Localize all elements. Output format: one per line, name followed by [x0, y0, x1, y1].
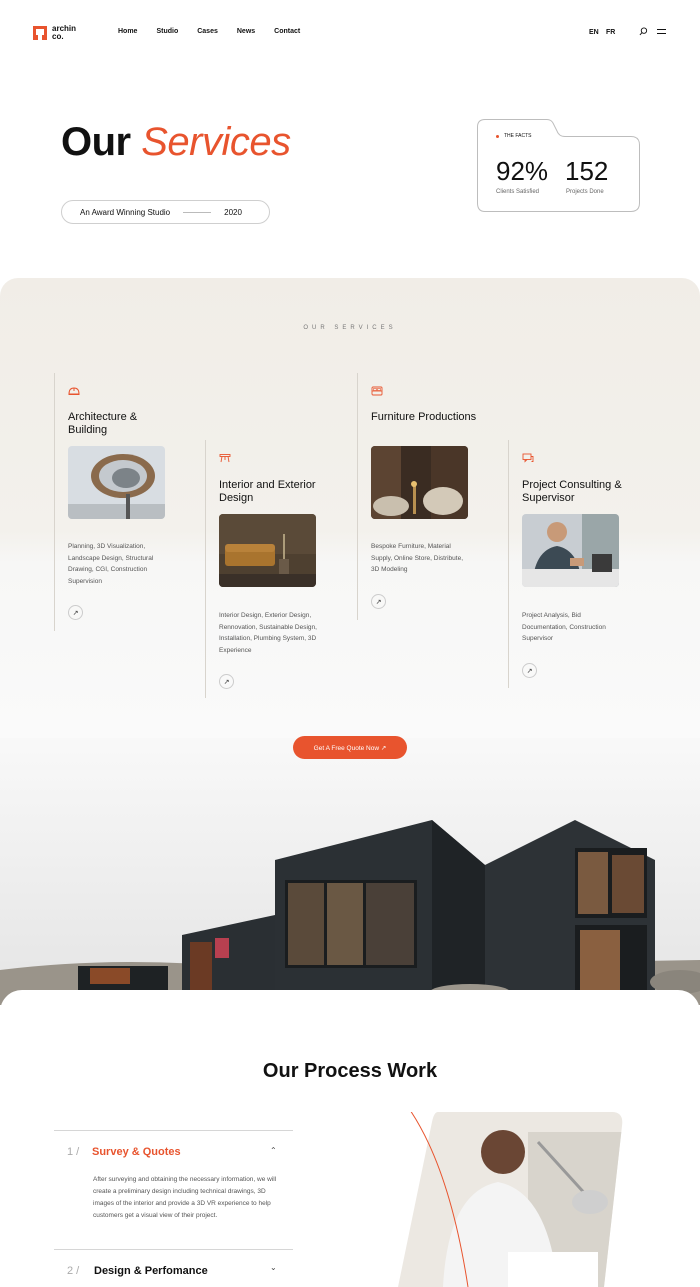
arrow-button[interactable]: ↗: [219, 674, 234, 689]
accordion-divider: [54, 1130, 293, 1131]
arrow-up-right-icon: ↗: [375, 598, 382, 606]
title-plain: Our: [61, 120, 131, 164]
arrow-up-right-icon: ↗: [72, 609, 79, 617]
step-body: After surveying and obtaining the necess…: [93, 1176, 277, 1219]
arrow-button[interactable]: ↗: [522, 663, 537, 678]
logo-text[interactable]: archin co.: [52, 25, 86, 41]
nav-home[interactable]: Home: [118, 28, 137, 35]
nav-studio[interactable]: Studio: [156, 28, 178, 35]
chat-icon: [522, 453, 534, 463]
service-title[interactable]: Furniture Productions: [371, 411, 481, 424]
step-number: 1 /: [67, 1146, 80, 1158]
lang-en[interactable]: EN: [589, 29, 599, 36]
get-quote-button[interactable]: Get A Free Quote Now ↗: [293, 736, 407, 759]
process-title: Our Process Work: [262, 1060, 438, 1082]
service-title[interactable]: Interior and Exterior Design: [219, 479, 329, 505]
award-year: 2020: [224, 207, 242, 217]
column-divider: [357, 373, 358, 620]
main-nav: Home Studio Cases News Contact: [118, 28, 300, 35]
logo-line-2: co.: [52, 32, 64, 41]
service-title[interactable]: Project Consulting & Supervisor: [522, 479, 632, 505]
service-image-furniture: [371, 446, 468, 519]
step-title[interactable]: Survey & Quotes: [92, 1146, 181, 1158]
stat-label: Clients Satisfied: [496, 189, 540, 195]
nav-cases[interactable]: Cases: [197, 28, 218, 35]
stat-label: Projects Done: [566, 189, 604, 195]
arrow-up-right-icon: ↗: [526, 667, 533, 675]
column-divider: [508, 440, 509, 688]
award-text: An Award Winning Studio: [80, 207, 171, 217]
service-desc: Planning, 3D Visualization, Landscape De…: [68, 543, 154, 585]
arrow-button[interactable]: ↗: [68, 605, 83, 620]
column-divider: [205, 440, 206, 698]
bed-icon: [371, 386, 383, 396]
stat-value: 92%: [496, 156, 549, 186]
nav-news[interactable]: News: [237, 28, 255, 35]
service-image-architecture: [68, 446, 165, 519]
chevron-up-icon[interactable]: ⌃: [270, 1146, 277, 1155]
logo-mark[interactable]: [33, 26, 47, 40]
drafting-icon: [219, 454, 231, 463]
search-icon[interactable]: [639, 27, 648, 36]
arrow-button[interactable]: ↗: [371, 594, 386, 609]
stat-value: 152: [565, 156, 609, 186]
award-pill: An Award Winning Studio 2020: [61, 200, 270, 224]
service-desc: Bespoke Furniture, Material Supply, Onli…: [371, 543, 464, 573]
service-title[interactable]: Architecture & Building: [68, 411, 178, 437]
pill-divider: [183, 211, 212, 213]
nav-contact[interactable]: Contact: [274, 28, 300, 35]
step-title[interactable]: Design & Perfomance: [94, 1265, 208, 1277]
process-photo: [398, 1112, 623, 1287]
services-eyebrow: OUR SERVICES: [303, 325, 397, 331]
service-image-consulting: [522, 514, 619, 587]
page-title: Our Services: [61, 120, 291, 165]
title-accent: Services: [141, 120, 291, 164]
service-desc: Interior Design, Exterior Design, Rennov…: [219, 612, 317, 654]
service-image-interior: [219, 514, 316, 587]
accordion-divider: [54, 1249, 293, 1250]
service-desc: Project Analysis, Bid Documentation, Con…: [522, 612, 606, 642]
arrow-up-right-icon: ↗: [223, 678, 230, 686]
facts-label: THE FACTS: [504, 133, 532, 139]
menu-icon[interactable]: [657, 29, 666, 34]
chevron-down-icon[interactable]: ⌄: [270, 1263, 277, 1272]
column-divider: [54, 373, 55, 631]
step-number: 2 /: [67, 1265, 80, 1277]
building-photo: [0, 720, 700, 1005]
helmet-icon: [68, 387, 80, 395]
lang-fr[interactable]: FR: [606, 29, 615, 36]
